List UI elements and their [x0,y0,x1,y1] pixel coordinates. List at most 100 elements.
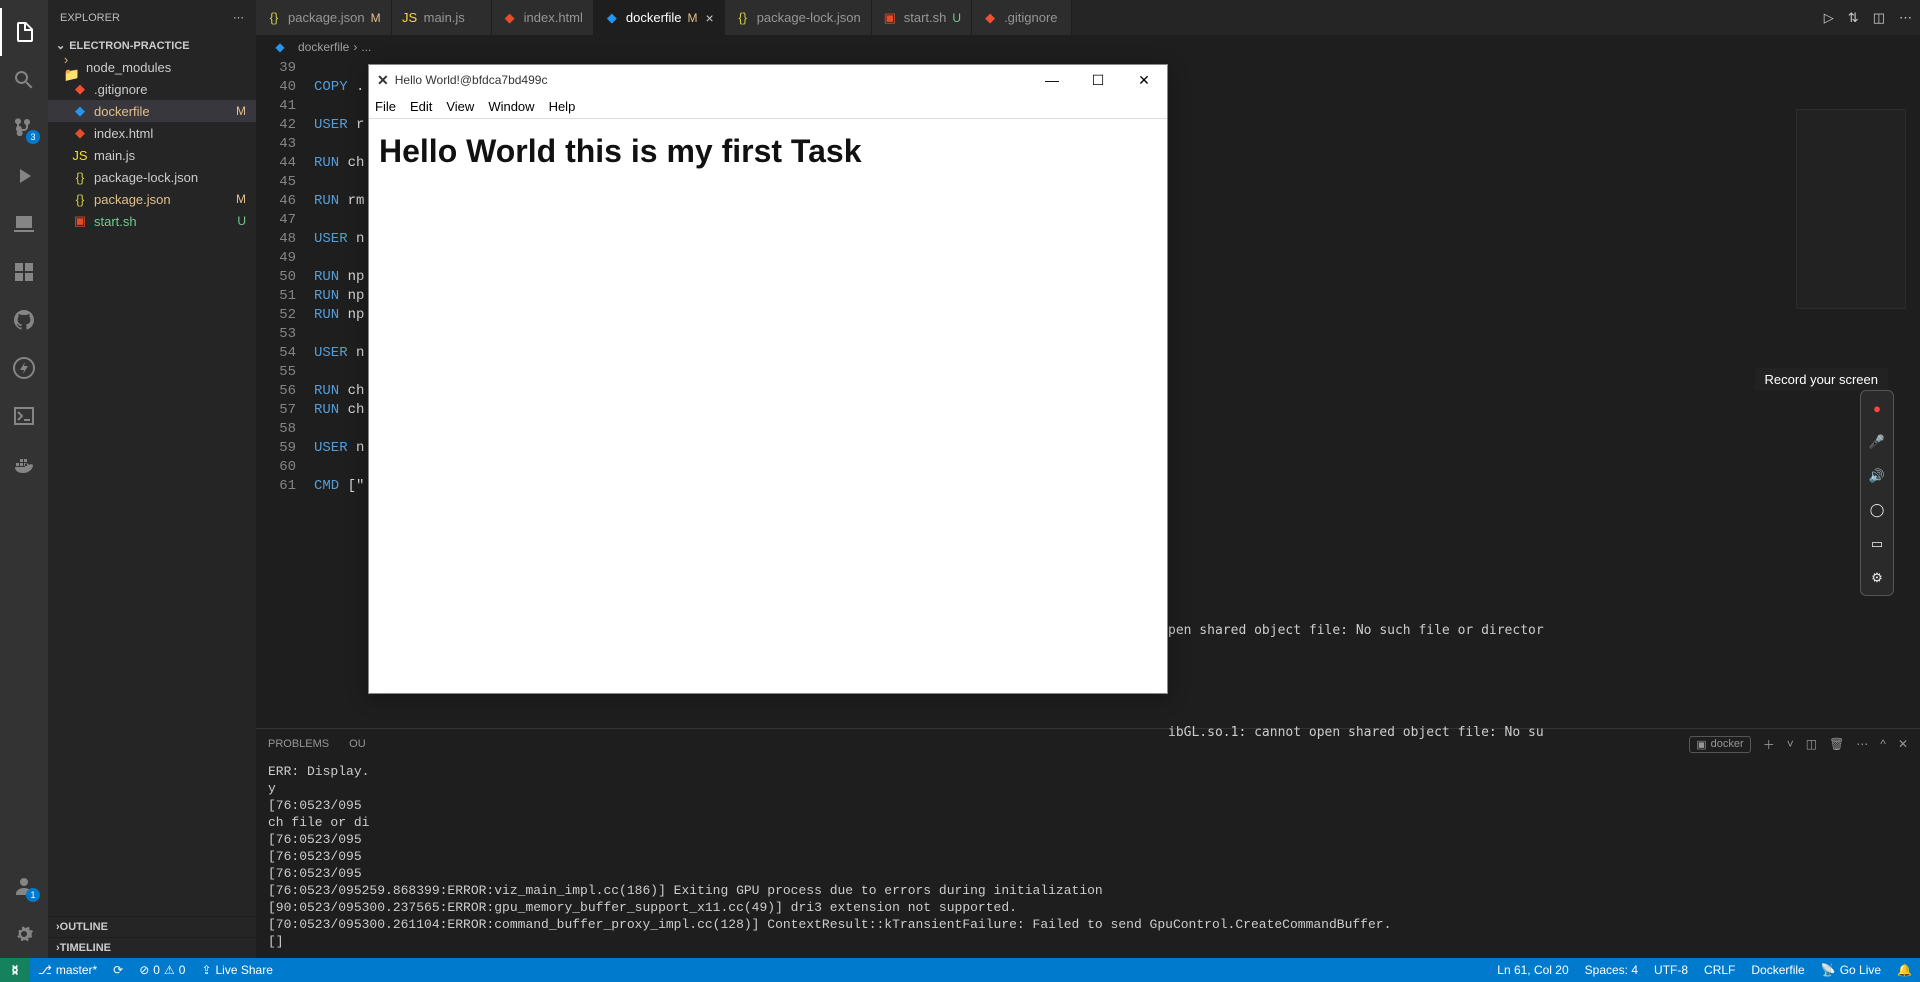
terminal-output[interactable]: ERR: Display. y [76:0523/095 ch file or … [256,759,1920,958]
error-icon: ⊘ [139,963,149,977]
tab-index-html[interactable]: ◆index.html [492,0,594,35]
panel-more-icon[interactable]: ⋯ [1856,737,1868,751]
app-title: Hello World!@bfdca7bd499c [395,73,548,87]
electron-app-window: ✕ Hello World!@bfdca7bd499c — ☐ ✕ File E… [368,64,1168,694]
settings-gear-icon[interactable] [0,910,48,958]
more-icon[interactable]: ⋯ [1899,10,1912,26]
docker-icon: ◆ [604,10,620,26]
thunder-icon[interactable] [0,344,48,392]
explorer-icon[interactable] [0,8,48,56]
maximize-button[interactable]: ☐ [1075,65,1121,95]
tab-actions: ▷ ⇅ ◫ ⋯ [1816,0,1920,35]
panel-tab-output[interactable]: OU [349,738,366,750]
project-section[interactable]: ⌄ ELECTRON-PRACTICE [48,35,256,56]
file-item-dockerfile[interactable]: ◆dockerfileM [48,100,256,122]
file-item--gitignore[interactable]: ◆.gitignore [48,78,256,100]
tab-package-lock-json[interactable]: {}package-lock.json [725,0,872,35]
app-heading: Hello World this is my first Task [379,133,1157,170]
sidebar: EXPLORER ⋯ ⌄ ELECTRON-PRACTICE › 📁node_m… [48,0,256,958]
close-tab-icon[interactable]: × [706,10,714,26]
line-gutter: 3940414243444546474849505152535455565758… [256,59,314,728]
branch-icon: ⎇ [38,963,52,977]
timeline-section[interactable]: › TIMELINE [48,937,256,958]
panel-tab-problems[interactable]: PROBLEMS [268,738,329,750]
file-item-node_modules[interactable]: › 📁node_modules [48,56,256,78]
screen-icon[interactable]: ▭ [1866,533,1888,555]
docker-activity-icon[interactable] [0,440,48,488]
file-item-index-html[interactable]: ◆index.html [48,122,256,144]
tab--gitignore[interactable]: ◆.gitignore [972,0,1072,35]
terminal-activity-icon[interactable] [0,392,48,440]
search-icon[interactable] [0,56,48,104]
breadcrumb[interactable]: ◆ dockerfile › ... [256,35,1920,59]
extensions-icon[interactable] [0,248,48,296]
file-status: M [236,104,246,118]
accounts-badge: 1 [26,888,40,902]
menu-file[interactable]: File [375,99,396,114]
source-control-icon[interactable]: 3 [0,104,48,152]
problems-indicator[interactable]: ⊘0 ⚠0 [131,958,193,982]
minimize-button[interactable]: — [1029,65,1075,95]
cursor-position[interactable]: Ln 61, Col 20 [1489,963,1576,977]
speaker-icon[interactable]: 🔊 [1866,465,1888,487]
microphone-icon[interactable]: 🎤 [1866,431,1888,453]
tab-start-sh[interactable]: ▣start.shU [872,0,972,35]
recorder-settings-icon[interactable]: ⚙ [1866,567,1888,589]
docker-icon: ◆ [72,103,88,119]
run-debug-icon[interactable] [0,152,48,200]
run-icon[interactable]: ▷ [1824,10,1834,26]
language-mode[interactable]: Dockerfile [1743,963,1812,977]
remote-explorer-icon[interactable] [0,200,48,248]
webcam-icon[interactable]: ◯ [1866,499,1888,521]
file-item-start-sh[interactable]: ▣start.shU [48,210,256,232]
indentation[interactable]: Spaces: 4 [1577,963,1646,977]
menu-help[interactable]: Help [549,99,576,114]
tab-package-json[interactable]: {}package.jsonM [256,0,392,35]
eol[interactable]: CRLF [1696,963,1743,977]
tab-dockerfile[interactable]: ◆dockerfileM× [594,0,725,35]
file-status: U [237,214,246,228]
go-live-button[interactable]: 📡 Go Live [1813,963,1889,977]
kill-terminal-icon[interactable]: 🗑 [1829,737,1844,751]
close-button[interactable]: ✕ [1121,65,1167,95]
broadcast-icon: 📡 [1821,963,1836,977]
sidebar-more-icon[interactable]: ⋯ [233,11,244,24]
diff-icon[interactable]: ⇅ [1848,10,1859,26]
app-titlebar[interactable]: ✕ Hello World!@bfdca7bd499c — ☐ ✕ [369,65,1167,95]
minimap[interactable] [1796,109,1906,309]
menu-window[interactable]: Window [488,99,534,114]
close-panel-icon[interactable]: ✕ [1898,737,1908,751]
encoding[interactable]: UTF-8 [1646,963,1696,977]
file-item-package-json[interactable]: {}package.jsonM [48,188,256,210]
project-name: ELECTRON-PRACTICE [69,40,189,52]
live-share-button[interactable]: ⇪ Live Share [193,958,280,982]
github-icon[interactable] [0,296,48,344]
json-icon: {} [266,10,282,26]
record-button[interactable]: ● [1866,397,1888,419]
scm-badge: 3 [26,130,40,144]
file-item-main-js[interactable]: JSmain.js [48,144,256,166]
branch-indicator[interactable]: ⎇ master* [30,958,105,982]
new-terminal-icon[interactable]: ＋ [1763,736,1775,753]
screen-recorder-toolbar: ● 🎤 🔊 ◯ ▭ ⚙ [1860,390,1894,596]
split-terminal-icon[interactable]: ◫ [1806,737,1817,751]
app-content: Hello World this is my first Task [369,119,1167,693]
app-menubar: File Edit View Window Help [369,95,1167,119]
notifications-icon[interactable]: 🔔 [1889,963,1920,977]
html-icon: ◆ [72,125,88,141]
outline-section[interactable]: › OUTLINE [48,916,256,937]
remote-indicator[interactable] [0,958,30,982]
accounts-icon[interactable]: 1 [0,862,48,910]
menu-view[interactable]: View [446,99,474,114]
split-editor-icon[interactable]: ◫ [1873,10,1885,26]
json-icon: {} [72,191,88,207]
terminal-selector[interactable]: ▣ docker [1689,736,1750,753]
file-tree: › 📁node_modules◆.gitignore◆dockerfileM◆i… [48,56,256,916]
maximize-panel-icon[interactable]: ^ [1880,737,1886,751]
bottom-panel: PROBLEMS OU ▣ docker ＋ ˅ ◫ 🗑 ⋯ ^ ✕ ERR: … [256,728,1920,958]
tab-main-js[interactable]: JSmain.js [392,0,492,35]
sync-button[interactable]: ⟳ [105,958,131,982]
menu-edit[interactable]: Edit [410,99,432,114]
terminal-split-chevron-icon[interactable]: ˅ [1787,737,1794,751]
file-item-package-lock-json[interactable]: {}package-lock.json [48,166,256,188]
